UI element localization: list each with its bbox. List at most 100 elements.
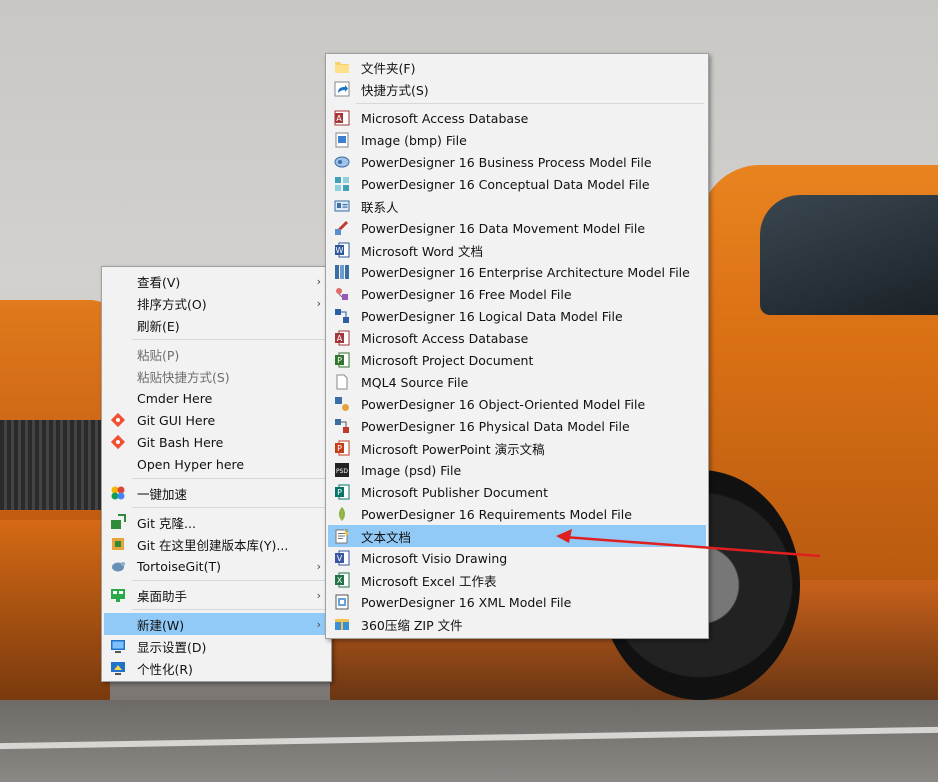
menu-item-cmder-here[interactable]: Cmder Here xyxy=(104,387,329,409)
new-item-pd-dmm[interactable]: PowerDesigner 16 Data Movement Model Fil… xyxy=(328,217,706,239)
new-item-pd-oom[interactable]: PowerDesigner 16 Object-Oriented Model F… xyxy=(328,393,706,415)
pd-cdm-icon xyxy=(335,177,349,191)
new-item-label: 文本文档 xyxy=(361,529,412,545)
pd-rqm-icon xyxy=(339,507,345,521)
new-item-label: PowerDesigner 16 Requirements Model File xyxy=(361,506,632,522)
zip-icon xyxy=(335,619,349,630)
new-item-pd-bpm[interactable]: PowerDesigner 16 Business Process Model … xyxy=(328,151,706,173)
menu-item-personalize[interactable]: 个性化(R) xyxy=(104,657,329,679)
personalize-icon xyxy=(111,662,125,675)
new-item-label: Image (bmp) File xyxy=(361,132,467,148)
new-item-label: Image (psd) File xyxy=(361,462,462,478)
new-item-excel-worksheet[interactable]: X Microsoft Excel 工作表 xyxy=(328,569,706,591)
new-item-pd-cdm[interactable]: PowerDesigner 16 Conceptual Data Model F… xyxy=(328,173,706,195)
pd-bpm-icon xyxy=(334,156,350,168)
file-icon xyxy=(336,374,348,390)
svg-text:P: P xyxy=(337,488,342,497)
menu-item-git-clone[interactable]: Git 克隆... xyxy=(104,511,329,533)
menu-item-new[interactable]: 新建(W) › xyxy=(104,613,329,635)
menu-item-refresh[interactable]: 刷新(E) xyxy=(104,314,329,336)
pd-xml-icon xyxy=(335,594,349,610)
menu-item-git-bash-here[interactable]: Git Bash Here xyxy=(104,431,329,453)
new-item-label: PowerDesigner 16 Conceptual Data Model F… xyxy=(361,176,650,192)
new-item-label: PowerDesigner 16 Business Process Model … xyxy=(361,154,652,170)
new-item-mql4-source[interactable]: MQL4 Source File xyxy=(328,371,706,393)
chevron-right-icon: › xyxy=(316,296,321,310)
menu-item-view[interactable]: 查看(V) › xyxy=(104,270,329,292)
menu-item-label: 粘贴(P) xyxy=(137,347,180,363)
new-item-pd-xml[interactable]: PowerDesigner 16 XML Model File xyxy=(328,591,706,613)
pd-dmm-icon xyxy=(334,220,349,235)
tortoisegit-clone-icon xyxy=(111,514,126,529)
new-item-pd-pdm[interactable]: PowerDesigner 16 Physical Data Model Fil… xyxy=(328,415,706,437)
git-icon xyxy=(110,434,126,450)
pd-ldm-icon xyxy=(335,309,349,323)
new-item-label: PowerDesigner 16 XML Model File xyxy=(361,594,572,610)
new-item-pd-free[interactable]: PowerDesigner 16 Free Model File xyxy=(328,283,706,305)
display-settings-icon xyxy=(111,640,125,653)
menu-item-label: Git 在这里创建版本库(Y)... xyxy=(137,537,289,553)
visio-icon: V xyxy=(335,550,350,566)
chevron-right-icon: › xyxy=(316,559,321,573)
svg-text:W: W xyxy=(336,246,344,255)
psd-icon: PSD xyxy=(335,463,349,477)
menu-item-label: 一键加速 xyxy=(137,486,188,502)
menu-item-label: 桌面助手 xyxy=(137,588,188,604)
menu-separator xyxy=(132,580,327,581)
new-item-label: 联系人 xyxy=(361,199,399,215)
pd-free-icon xyxy=(336,288,348,300)
folder-icon xyxy=(335,62,349,73)
new-item-label: PowerDesigner 16 Enterprise Architecture… xyxy=(361,264,690,280)
new-item-label: Microsoft Word 文档 xyxy=(361,243,483,259)
new-item-label: PowerDesigner 16 Logical Data Model File xyxy=(361,308,623,324)
menu-item-git-create-repo[interactable]: Git 在这里创建版本库(Y)... xyxy=(104,533,329,555)
new-item-label: Microsoft Visio Drawing xyxy=(361,550,508,566)
new-item-project-document[interactable]: P Microsoft Project Document xyxy=(328,349,706,371)
new-item-contact[interactable]: 联系人 xyxy=(328,195,706,217)
menu-item-speedup[interactable]: 一键加速 xyxy=(104,482,329,504)
new-item-pd-ldm[interactable]: PowerDesigner 16 Logical Data Model File xyxy=(328,305,706,327)
new-item-psd-image[interactable]: PSD Image (psd) File xyxy=(328,459,706,481)
new-item-folder[interactable]: 文件夹(F) xyxy=(328,56,706,78)
desktop-helper-icon xyxy=(111,589,125,602)
svg-text:X: X xyxy=(337,576,343,585)
new-item-label: Microsoft Access Database xyxy=(361,110,529,126)
new-item-powerpoint[interactable]: P Microsoft PowerPoint 演示文稿 xyxy=(328,437,706,459)
tortoisegit-icon xyxy=(112,562,125,572)
menu-item-label: Git GUI Here xyxy=(137,412,216,428)
desktop-context-menu: 查看(V) › 排序方式(O) › 刷新(E) 粘贴(P) 粘贴快捷方式(S) … xyxy=(101,266,332,682)
menu-separator xyxy=(132,478,327,479)
new-item-word-document[interactable]: W Microsoft Word 文档 xyxy=(328,239,706,261)
menu-item-label: 显示设置(D) xyxy=(137,639,207,655)
new-item-pd-rqm[interactable]: PowerDesigner 16 Requirements Model File xyxy=(328,503,706,525)
menu-item-label: Open Hyper here xyxy=(137,456,245,472)
chevron-right-icon: › xyxy=(316,274,321,288)
new-item-access-database[interactable]: A Microsoft Access Database xyxy=(328,107,706,129)
menu-item-open-hyper-here[interactable]: Open Hyper here xyxy=(104,453,329,475)
new-item-access-database-2[interactable]: A Microsoft Access Database xyxy=(328,327,706,349)
new-item-pd-eam[interactable]: PowerDesigner 16 Enterprise Architecture… xyxy=(328,261,706,283)
menu-item-label: 排序方式(O) xyxy=(137,296,207,312)
new-item-label: PowerDesigner 16 Physical Data Model Fil… xyxy=(361,418,630,434)
new-item-360-zip[interactable]: 360压缩 ZIP 文件 xyxy=(328,613,706,635)
menu-separator xyxy=(132,339,327,340)
menu-item-display-settings[interactable]: 显示设置(D) xyxy=(104,635,329,657)
new-item-bmp-image[interactable]: Image (bmp) File xyxy=(328,129,706,151)
menu-item-label: Cmder Here xyxy=(137,390,213,406)
new-item-publisher[interactable]: P Microsoft Publisher Document xyxy=(328,481,706,503)
new-item-label: PowerDesigner 16 Data Movement Model Fil… xyxy=(361,220,646,236)
svg-text:A: A xyxy=(337,334,343,343)
new-item-label: 快捷方式(S) xyxy=(361,82,429,98)
new-item-label: Microsoft PowerPoint 演示文稿 xyxy=(361,441,545,457)
new-item-shortcut[interactable]: 快捷方式(S) xyxy=(328,78,706,100)
pd-oom-icon xyxy=(335,397,349,411)
menu-item-tortoisegit[interactable]: TortoiseGit(T) › xyxy=(104,555,329,577)
menu-item-desktop-helper[interactable]: 桌面助手 › xyxy=(104,584,329,606)
annotation-arrow xyxy=(556,529,821,558)
new-item-label: PowerDesigner 16 Object-Oriented Model F… xyxy=(361,396,646,412)
new-item-label: Microsoft Access Database xyxy=(361,330,529,346)
new-item-label: Microsoft Project Document xyxy=(361,352,534,368)
menu-item-git-gui-here[interactable]: Git GUI Here xyxy=(104,409,329,431)
menu-item-sort-by[interactable]: 排序方式(O) › xyxy=(104,292,329,314)
project-icon: P xyxy=(335,352,350,368)
